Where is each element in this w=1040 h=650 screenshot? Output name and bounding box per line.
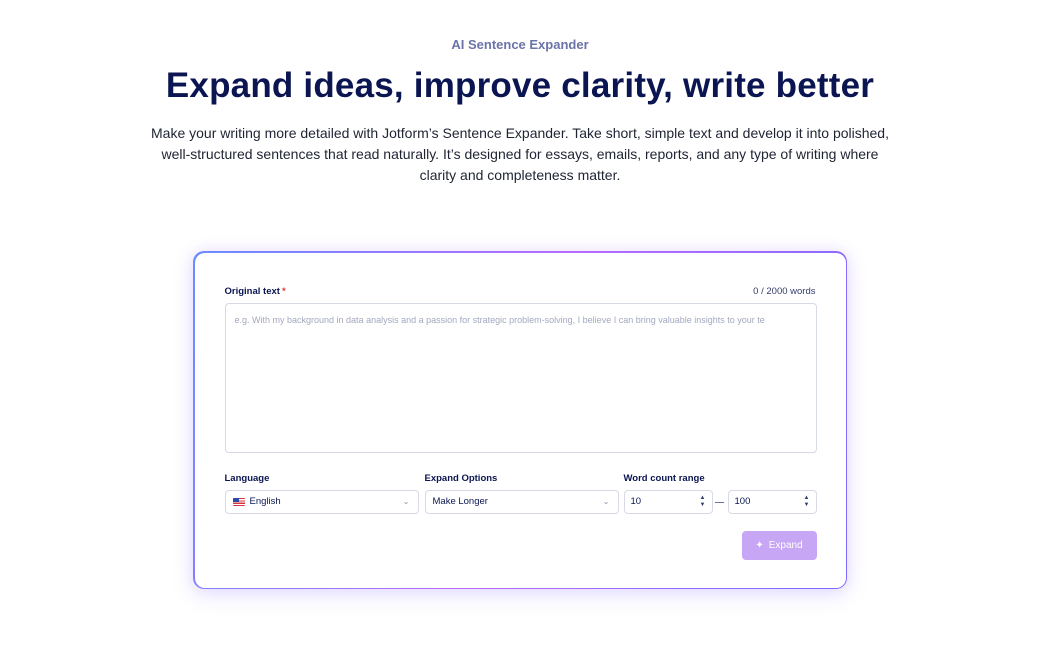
expand-button[interactable]: ✦ Expand: [741, 530, 817, 560]
word-count-min-value: 10: [630, 496, 642, 507]
word-count-min-input[interactable]: 10 ▲ ▼: [623, 489, 713, 514]
expand-options-select[interactable]: Make Longer ⌄: [424, 489, 619, 514]
chevron-down-icon: ⌄: [602, 497, 610, 506]
word-count-max-input[interactable]: 100 ▲ ▼: [727, 489, 817, 514]
stepper-arrows-icon[interactable]: ▲ ▼: [700, 495, 706, 509]
expand-options-label: Expand Options: [424, 472, 498, 484]
original-text-label: Original text *: [225, 286, 286, 297]
range-separator: [714, 501, 724, 503]
language-value: English: [249, 496, 281, 507]
textarea-placeholder: e.g. With my background in data analysis…: [234, 314, 765, 325]
stepper-arrows-icon[interactable]: ▲ ▼: [804, 495, 810, 509]
chevron-down-icon: ⌄: [402, 497, 410, 506]
original-text-input[interactable]: e.g. With my background in data analysis…: [224, 302, 817, 453]
expand-options-value: Make Longer: [432, 496, 488, 507]
word-counter: 0 / 2000 words: [753, 285, 816, 297]
sparkle-icon: ✦: [755, 539, 764, 551]
eyebrow-label: AI Sentence Expander: [451, 37, 589, 52]
original-text-label-text: Original text: [224, 285, 280, 297]
expander-card-border: Original text * 0 / 2000 words e.g. With …: [193, 251, 847, 589]
page-description: Make your writing more detailed with Jot…: [151, 125, 889, 183]
word-count-range-label: Word count range: [623, 472, 705, 484]
page-title: Expand ideas, improve clarity, write bet…: [165, 66, 875, 105]
required-asterisk: *: [281, 285, 286, 297]
us-flag-icon: [232, 497, 245, 506]
expand-button-label: Expand: [768, 539, 803, 551]
language-label: Language: [224, 472, 270, 484]
expander-card: Original text * 0 / 2000 words e.g. With …: [194, 252, 846, 588]
language-select[interactable]: English ⌄: [224, 489, 419, 514]
word-count-max-value: 100: [734, 496, 751, 507]
